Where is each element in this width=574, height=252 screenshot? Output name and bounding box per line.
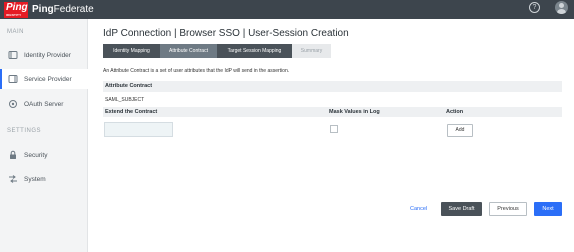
security-icon bbox=[8, 150, 18, 160]
service-provider-icon bbox=[8, 74, 18, 84]
cancel-link[interactable]: Cancel bbox=[410, 206, 427, 212]
sidebar: MAIN Identity Provider Service Provider … bbox=[0, 19, 89, 252]
column-header-action: Action bbox=[446, 109, 464, 115]
sidebar-item-identity-provider[interactable]: Identity Provider bbox=[0, 45, 88, 65]
system-icon bbox=[8, 174, 18, 184]
tab-attribute-contract[interactable]: Attribute Contract bbox=[160, 44, 217, 58]
logo-subtext: IDENTITY bbox=[6, 13, 22, 17]
mask-values-checkbox[interactable] bbox=[330, 125, 338, 133]
sidebar-item-label: Security bbox=[24, 151, 48, 159]
sidebar-section-settings: SETTINGS bbox=[7, 128, 42, 134]
add-button[interactable]: Add bbox=[447, 124, 473, 137]
extend-contract-input[interactable] bbox=[104, 122, 173, 137]
previous-button[interactable]: Previous bbox=[489, 202, 527, 216]
wizard-tabs: Identity Mapping Attribute Contract Targ… bbox=[103, 44, 331, 58]
sidebar-item-label: Identity Provider bbox=[24, 51, 71, 59]
brand-prefix: Ping bbox=[32, 4, 54, 15]
sidebar-item-label: System bbox=[24, 175, 46, 183]
sidebar-item-label: Service Provider bbox=[24, 75, 72, 83]
tab-target-session-mapping[interactable]: Target Session Mapping bbox=[217, 44, 292, 58]
identity-provider-icon bbox=[8, 50, 18, 60]
save-draft-button[interactable]: Save Draft bbox=[441, 202, 482, 216]
logo-text: Ping bbox=[6, 2, 28, 13]
attribute-contract-header: Attribute Contract bbox=[103, 81, 562, 92]
column-header-mask: Mask Values in Log bbox=[329, 109, 380, 115]
help-icon[interactable]: ? bbox=[529, 2, 540, 13]
product-name: PingFederate bbox=[32, 4, 94, 15]
sidebar-item-system[interactable]: System bbox=[0, 169, 88, 189]
attribute-saml-subject: SAML_SUBJECT bbox=[105, 97, 145, 103]
sidebar-item-service-provider[interactable]: Service Provider bbox=[0, 69, 89, 89]
sidebar-item-label: OAuth Server bbox=[24, 100, 64, 108]
sidebar-item-security[interactable]: Security bbox=[0, 145, 88, 165]
brand-suffix: Federate bbox=[53, 4, 94, 15]
tab-identity-mapping[interactable]: Identity Mapping bbox=[103, 44, 160, 58]
next-button[interactable]: Next bbox=[534, 202, 562, 216]
page-description: An Attribute Contract is a set of user a… bbox=[103, 68, 290, 74]
sidebar-section-main: MAIN bbox=[7, 29, 24, 35]
ping-logo[interactable]: Ping IDENTITY bbox=[4, 2, 28, 18]
user-avatar-icon[interactable] bbox=[555, 1, 568, 14]
sidebar-item-oauth-server[interactable]: OAuth Server bbox=[0, 94, 88, 114]
tab-summary[interactable]: Summary bbox=[292, 44, 331, 58]
page-title: IdP Connection | Browser SSO | User-Sess… bbox=[103, 28, 349, 39]
extend-contract-header-row: Extend the Contract Mask Values in Log A… bbox=[103, 107, 562, 117]
top-bar: Ping IDENTITY PingFederate ? bbox=[0, 0, 574, 19]
oauth-server-icon bbox=[8, 99, 18, 109]
column-header-extend: Extend the Contract bbox=[105, 109, 158, 115]
